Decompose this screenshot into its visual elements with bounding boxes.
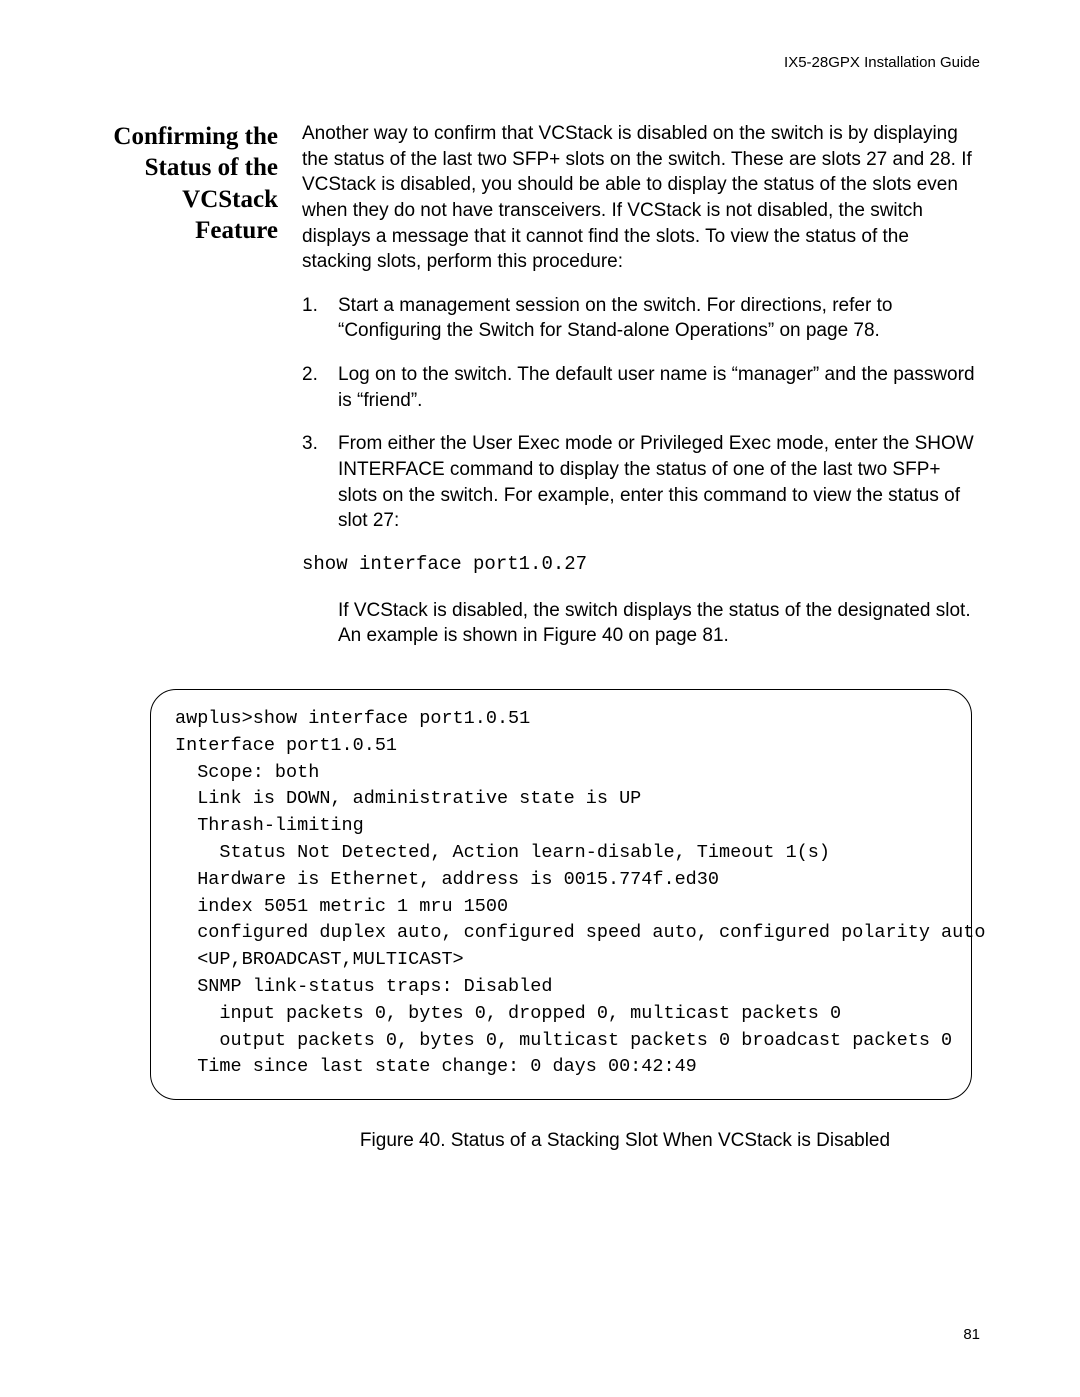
terminal-output-box: awplus>show interface port1.0.51 Interfa… <box>150 689 972 1100</box>
step-item: 2. Log on to the switch. The default use… <box>302 362 980 413</box>
step-text: From either the User Exec mode or Privil… <box>338 431 980 534</box>
step-item: 3. From either the User Exec mode or Pri… <box>302 431 980 534</box>
step-number: 2. <box>302 362 324 413</box>
step-text: Log on to the switch. The default user n… <box>338 362 980 413</box>
section-heading: Confirming the Status of the VCStack Fea… <box>100 121 278 246</box>
section-row: Confirming the Status of the VCStack Fea… <box>100 121 980 671</box>
intro-paragraph: Another way to confirm that VCStack is d… <box>302 121 980 275</box>
body-column: Another way to confirm that VCStack is d… <box>302 121 980 671</box>
command-example: show interface port1.0.27 <box>302 552 980 578</box>
heading-column: Confirming the Status of the VCStack Fea… <box>100 121 278 246</box>
page-number: 81 <box>963 1326 980 1343</box>
running-head: IX5-28GPX Installation Guide <box>100 54 980 71</box>
figure-caption: Figure 40. Status of a Stacking Slot Whe… <box>270 1130 980 1152</box>
step-number: 1. <box>302 293 324 344</box>
procedure-steps: 1. Start a management session on the swi… <box>302 293 980 534</box>
post-command-paragraph: If VCStack is disabled, the switch displ… <box>338 598 980 649</box>
step-text: Start a management session on the switch… <box>338 293 980 344</box>
step-item: 1. Start a management session on the swi… <box>302 293 980 344</box>
page-container: IX5-28GPX Installation Guide Confirming … <box>0 0 1080 1152</box>
step-number: 3. <box>302 431 324 534</box>
